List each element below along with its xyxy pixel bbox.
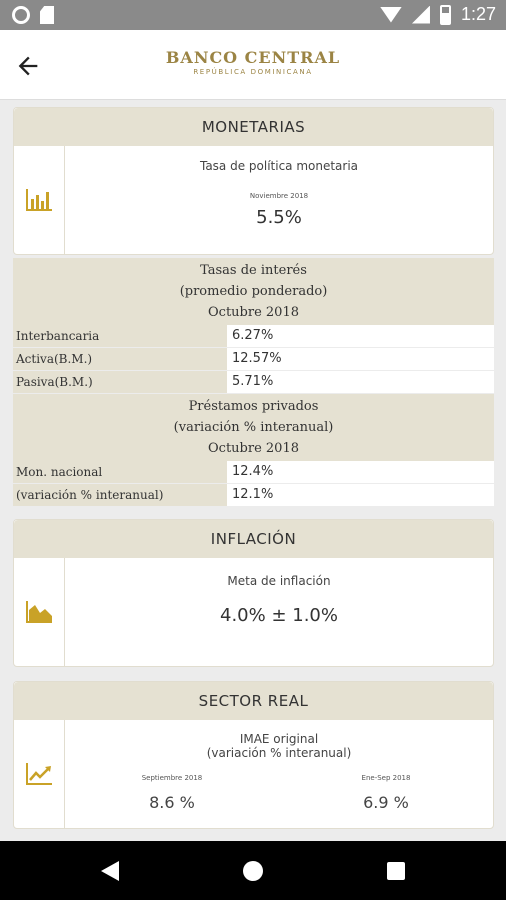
policy-rate-value: 5.5% (256, 207, 302, 228)
private-loans-header: Préstamos privados (variación % interanu… (13, 394, 494, 461)
nav-home-icon[interactable] (243, 861, 263, 881)
table-row: Interbancaria 6.27% (13, 325, 494, 347)
imae-right-value: 6.9 % (363, 793, 409, 812)
sd-card-icon (40, 6, 54, 24)
nav-back-icon[interactable] (101, 861, 119, 881)
monetarias-title: MONETARIAS (14, 108, 493, 146)
table-row: Mon. nacional 12.4% (13, 461, 494, 483)
table-row: (variación % interanual) 12.1% (13, 484, 494, 506)
sector-real-card[interactable]: SECTOR REAL IMAE original (variación % i… (13, 681, 494, 829)
private-loans-table: Préstamos privados (variación % interanu… (13, 394, 494, 506)
bar-chart-icon (26, 189, 52, 211)
signal-icon (411, 5, 430, 24)
wifi-icon (379, 6, 402, 23)
inflacion-title: INFLACIÓN (14, 520, 493, 558)
imae-sublabel: (variación % interanual) (206, 746, 352, 760)
policy-rate-label: Tasa de política monetaria (199, 159, 359, 173)
inflation-target-value: 4.0% ± 1.0% (220, 605, 338, 626)
main-content: MONETARIAS Tasa de política monetaria No… (13, 107, 494, 853)
policy-rate-date: Noviembre 2018 (249, 192, 309, 200)
trend-chart-icon (26, 763, 52, 785)
imae-label: IMAE original (239, 732, 319, 746)
imae-left-value: 8.6 % (149, 793, 195, 812)
sector-real-title: SECTOR REAL (14, 682, 493, 720)
status-bar: 1:27 (0, 0, 506, 30)
interest-rates-table: Tasas de interés (promedio ponderado) Oc… (13, 258, 494, 393)
interest-rates-header: Tasas de interés (promedio ponderado) Oc… (13, 258, 494, 325)
circle-notification-icon (12, 6, 30, 24)
inflation-target-label: Meta de inflación (227, 574, 331, 588)
imae-right-period: Ene-Sep 2018 (361, 774, 411, 782)
monetarias-card[interactable]: MONETARIAS Tasa de política monetaria No… (13, 107, 494, 255)
app-bar: BANCO CENTRAL REPÚBLICA DOMINICANA (0, 30, 506, 100)
nav-recents-icon[interactable] (387, 862, 405, 880)
table-row: Activa(B.M.) 12.57% (13, 348, 494, 370)
area-chart-icon (26, 601, 52, 623)
brand-logo: BANCO CENTRAL REPÚBLICA DOMINICANA (0, 48, 506, 76)
clock: 1:27 (460, 4, 496, 24)
imae-left-period: Septiembre 2018 (141, 774, 203, 782)
brand-subtitle: REPÚBLICA DOMINICANA (193, 68, 313, 76)
inflacion-card[interactable]: INFLACIÓN Meta de inflación 4.0% ± 1.0% (13, 519, 494, 667)
system-nav-bar (0, 841, 506, 900)
brand-title: BANCO CENTRAL (165, 48, 341, 67)
table-row: Pasiva(B.M.) 5.71% (13, 371, 494, 393)
battery-icon (439, 4, 451, 25)
